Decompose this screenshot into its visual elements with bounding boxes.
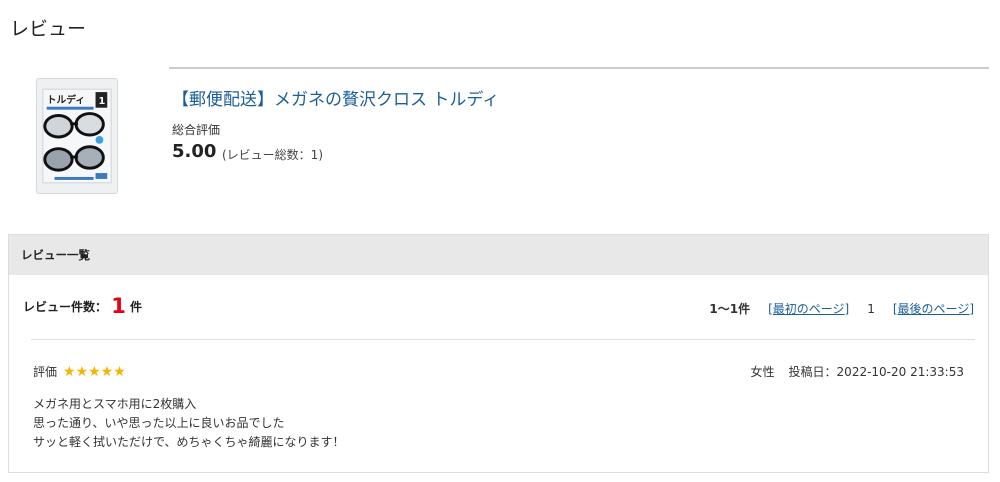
overall-rating-label: 総合評価 bbox=[172, 123, 221, 137]
review-list-panel: レビュー一覧 レビュー件数： 1 件 1〜1件 [最初のページ] 1 [最後のペ… bbox=[8, 234, 989, 473]
first-page-link[interactable]: [最初のページ] bbox=[768, 300, 849, 317]
product-package-icon: トルディ 1 bbox=[37, 79, 117, 193]
pagination-range: 1〜1件 bbox=[709, 302, 751, 316]
current-page: 1 bbox=[867, 301, 875, 316]
review-rating: 評価 ★★★★★ bbox=[33, 363, 126, 380]
review-line: サッと軽く拭いただけで、めちゃくちゃ綺麗になります！ bbox=[33, 435, 345, 449]
star-rating-icon: ★★★★★ bbox=[63, 363, 126, 380]
reviewer-gender: 女性 bbox=[750, 365, 775, 379]
review-date: 投稿日：2022-10-20 21:33:53 bbox=[788, 365, 964, 379]
review-meta: 女性 投稿日：2022-10-20 21:33:53 bbox=[751, 363, 964, 380]
review-list-header: レビュー一覧 bbox=[9, 235, 988, 275]
review-total-count: (レビュー総数：1) bbox=[222, 148, 323, 162]
package-badge: 1 bbox=[98, 96, 105, 107]
review-line: 思った通り、いや思った以上に良いお品でした bbox=[33, 416, 285, 430]
overall-rating-score: 5.00 bbox=[172, 141, 217, 162]
rating-label: 評価 bbox=[33, 365, 58, 379]
last-page-link[interactable]: [最後のページ] bbox=[893, 300, 974, 317]
pagination: 1〜1件 [最初のページ] 1 [最後のページ] bbox=[709, 300, 974, 317]
review-count: レビュー件数： 1 件 bbox=[23, 292, 143, 318]
review-count-label: レビュー件数： bbox=[23, 300, 108, 314]
review-text: メガネ用とスマホ用に2枚購入 思った通り、いや思った以上に良いお品でした サッと… bbox=[33, 395, 345, 452]
product-divider bbox=[169, 67, 989, 69]
review-divider bbox=[31, 339, 975, 340]
product-name-link[interactable]: 【郵便配送】メガネの贅沢クロス トルディ bbox=[172, 85, 499, 110]
page-title: レビュー bbox=[10, 18, 87, 40]
review-count-value: 1 bbox=[111, 294, 126, 318]
product-image[interactable]: トルディ 1 bbox=[36, 78, 118, 194]
review-count-unit: 件 bbox=[130, 300, 143, 314]
review-line: メガネ用とスマホ用に2枚購入 bbox=[33, 397, 197, 411]
package-title: トルディ bbox=[47, 93, 85, 106]
